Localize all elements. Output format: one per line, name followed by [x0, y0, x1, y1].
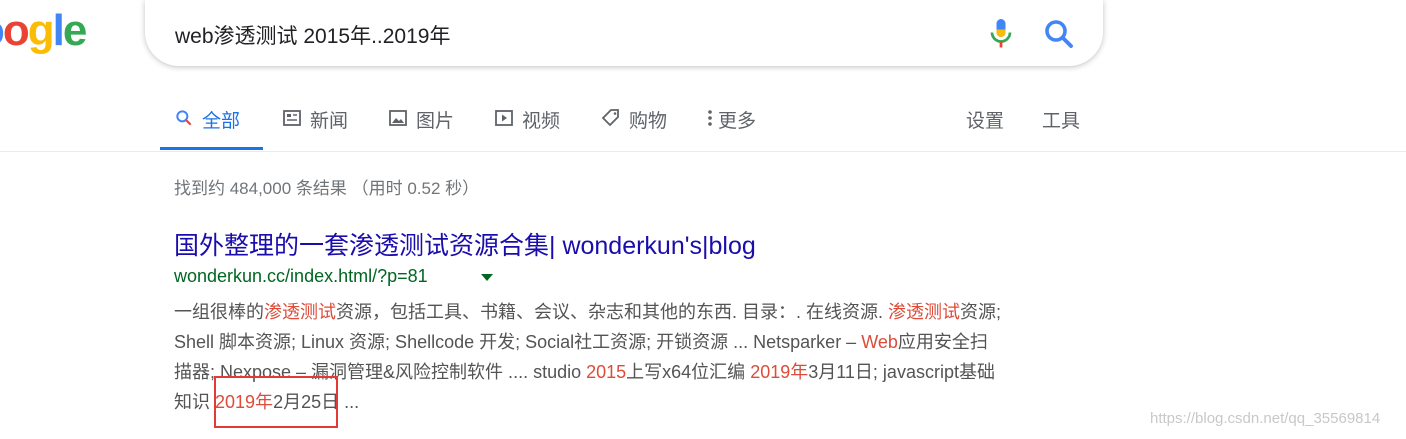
- tab-news[interactable]: 新闻: [282, 92, 348, 150]
- tab-label: 图片: [416, 111, 455, 132]
- tab-label: 全部: [202, 111, 241, 132]
- tab-images[interactable]: 图片: [388, 92, 454, 150]
- tab-label: 更多: [718, 111, 757, 132]
- tab-all[interactable]: 全部: [160, 92, 263, 150]
- result-stats: 找到约 484,000 条结果 （用时 0.52 秒）: [174, 179, 480, 198]
- search-icon: [176, 110, 192, 126]
- tab-label: 新闻: [310, 111, 349, 132]
- tab-label: 视频: [522, 111, 561, 132]
- image-icon: [389, 110, 407, 126]
- snippet-line: 一组很棒的渗透测试资源，包括工具、书籍、会议、杂志和其他的东西. 目录：. 在线…: [174, 302, 1002, 322]
- play-icon: [495, 110, 513, 126]
- watermark: https://blog.csdn.net/qq_35569814: [1150, 410, 1381, 427]
- tabs-divider: [0, 151, 1406, 152]
- magnifier-icon[interactable]: [1041, 16, 1077, 52]
- tab-more[interactable]: 更多: [706, 92, 756, 150]
- result-url[interactable]: wonderkun.cc/index.html/?p=81: [174, 266, 428, 287]
- tab-shopping[interactable]: 购物: [601, 92, 667, 150]
- tools-link[interactable]: 工具: [1042, 106, 1080, 133]
- settings-link[interactable]: 设置: [966, 106, 1004, 133]
- tag-icon: [601, 109, 619, 127]
- tab-label: 购物: [629, 111, 668, 132]
- more-vert-icon: [708, 110, 712, 126]
- result-title-link[interactable]: 国外整理的一套渗透测试资源合集| wonderkun's|blog: [174, 226, 756, 262]
- url-dropdown-arrow-icon[interactable]: [481, 274, 493, 281]
- news-icon: [283, 110, 301, 126]
- google-logo[interactable]: oogle: [0, 6, 87, 56]
- microphone-icon[interactable]: [983, 16, 1019, 52]
- search-input[interactable]: web渗透测试 2015年..2019年: [175, 20, 450, 50]
- tab-videos[interactable]: 视频: [494, 92, 560, 150]
- search-box[interactable]: web渗透测试 2015年..2019年: [145, 0, 1103, 66]
- annotation-highlight-box: [214, 376, 338, 428]
- snippet-line: Shell 脚本资源; Linux 资源; Shellcode 开发; Soci…: [174, 332, 988, 352]
